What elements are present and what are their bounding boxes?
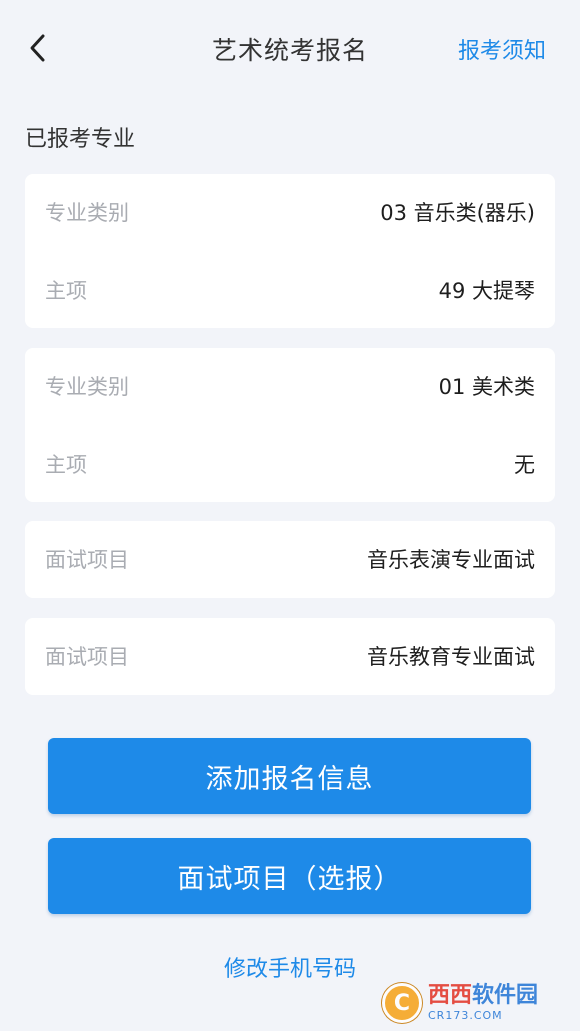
info-row-major-category: 专业类别 01 美术类 — [25, 366, 555, 406]
info-row-main-item: 主项 49 大提琴 — [25, 270, 555, 310]
row-label: 专业类别 — [45, 375, 129, 399]
info-row-main-item: 主项 无 — [25, 444, 555, 484]
registration-notice-link[interactable]: 报考须知 — [458, 33, 546, 65]
interview-card: 面试项目 音乐表演专业面试 — [25, 521, 555, 598]
watermark-blue-text: 软件园 — [472, 983, 539, 1008]
info-row-interview-item: 面试项目 音乐教育专业面试 — [25, 636, 555, 676]
info-row-interview-item: 面试项目 音乐表演专业面试 — [25, 539, 555, 579]
watermark-main-text: 西西软件园 — [428, 985, 538, 1007]
major-card: 专业类别 03 音乐类(器乐) 主项 49 大提琴 — [25, 174, 555, 328]
row-value: 无 — [514, 453, 535, 477]
major-card: 专业类别 01 美术类 主项 无 — [25, 348, 555, 502]
row-value: 音乐教育专业面试 — [367, 645, 535, 669]
row-value: 01 美术类 — [438, 375, 535, 399]
row-label: 面试项目 — [45, 645, 129, 669]
watermark-red-text: 西西 — [428, 983, 473, 1008]
row-label: 主项 — [45, 279, 87, 303]
site-watermark: C 西西软件园 CR173.COM — [382, 981, 572, 1025]
row-label: 专业类别 — [45, 201, 129, 225]
info-row-major-category: 专业类别 03 音乐类(器乐) — [25, 192, 555, 232]
watermark-text: 西西软件园 CR173.COM — [428, 985, 538, 1022]
page-title: 艺术统考报名 — [211, 36, 368, 65]
watermark-sub-text: CR173.COM — [428, 1009, 503, 1022]
watermark-logo-icon: C — [382, 983, 422, 1023]
interview-items-button[interactable]: 面试项目（选报） — [48, 838, 531, 914]
interview-card: 面试项目 音乐教育专业面试 — [25, 618, 555, 695]
row-label: 主项 — [45, 453, 87, 477]
row-value: 03 音乐类(器乐) — [380, 201, 535, 225]
top-nav-bar: 艺术统考报名 报考须知 — [0, 0, 580, 98]
back-button[interactable] — [18, 28, 58, 68]
chevron-left-icon — [30, 34, 45, 62]
add-registration-info-button[interactable]: 添加报名信息 — [48, 738, 531, 814]
change-phone-number-link[interactable]: 修改手机号码 — [0, 951, 580, 983]
row-label: 面试项目 — [45, 548, 129, 572]
row-value: 音乐表演专业面试 — [367, 548, 535, 572]
row-value: 49 大提琴 — [438, 279, 535, 303]
section-title-registered-majors: 已报考专业 — [25, 127, 136, 152]
